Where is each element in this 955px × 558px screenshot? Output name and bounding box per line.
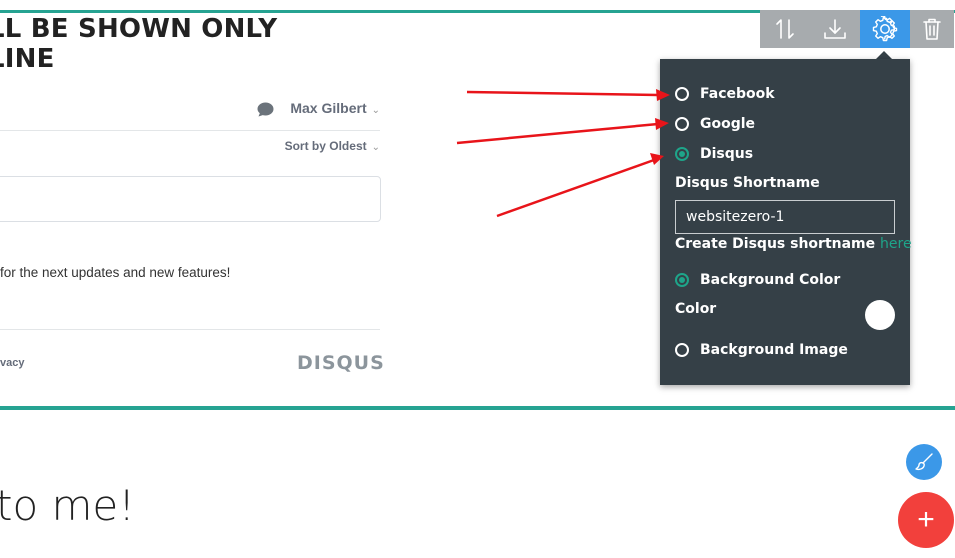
brush-icon bbox=[915, 453, 933, 471]
provider-option-disqus[interactable]: Disqus bbox=[675, 146, 753, 162]
radio-google[interactable] bbox=[675, 117, 689, 131]
provider-label: Disqus bbox=[700, 146, 754, 162]
sort-label: Sort by Oldest bbox=[284, 139, 367, 153]
arrow-to-disqus bbox=[496, 158, 655, 218]
heading-line-1: LL BE SHOWN ONLY bbox=[0, 14, 278, 44]
settings-panel: Facebook Google Disqus Disqus Shortname … bbox=[660, 59, 912, 385]
provider-option-google[interactable]: Google bbox=[675, 116, 755, 132]
arrow-to-facebook bbox=[466, 90, 659, 97]
create-shortname-link[interactable]: here bbox=[880, 236, 912, 252]
background-image-label: Background Image bbox=[700, 342, 848, 358]
disqus-user-row: Max Gilbert ⌄ bbox=[0, 92, 380, 131]
provider-option-facebook[interactable]: Facebook bbox=[675, 86, 775, 102]
chevron-down-icon: ⌄ bbox=[371, 142, 380, 153]
color-label: Color bbox=[675, 301, 717, 317]
plus-icon: + bbox=[917, 503, 935, 536]
radio-background-color[interactable] bbox=[675, 273, 689, 287]
create-shortname-text: Create Disqus shortname bbox=[675, 236, 876, 252]
radio-facebook[interactable] bbox=[675, 87, 689, 101]
block-toolbar bbox=[760, 10, 954, 48]
radio-disqus[interactable] bbox=[675, 147, 689, 161]
comment-input[interactable] bbox=[0, 176, 381, 222]
background-color-label: Background Color bbox=[700, 272, 841, 288]
delete-button[interactable] bbox=[910, 10, 954, 48]
color-swatch[interactable] bbox=[865, 300, 895, 330]
settings-button[interactable] bbox=[860, 10, 910, 48]
disqus-logo[interactable]: DISQUS bbox=[297, 352, 385, 374]
comment-bubble-icon bbox=[257, 102, 274, 117]
provider-label: Google bbox=[700, 116, 756, 132]
trash-icon bbox=[923, 18, 941, 40]
privacy-link[interactable]: vacy bbox=[0, 357, 24, 369]
footer-divider bbox=[0, 329, 380, 330]
sort-dropdown[interactable]: Sort by Oldest ⌄ bbox=[285, 139, 380, 153]
user-name: Max Gilbert bbox=[290, 100, 367, 116]
sort-row: Sort by Oldest ⌄ bbox=[0, 131, 380, 163]
download-icon bbox=[824, 19, 846, 39]
notice-text: for the next updates and new features! bbox=[0, 265, 231, 280]
bottom-heading: to me! bbox=[0, 481, 136, 530]
radio-background-image[interactable] bbox=[675, 343, 689, 357]
section-bottom-border bbox=[0, 406, 955, 410]
design-button[interactable] bbox=[906, 444, 942, 480]
background-image-option[interactable]: Background Image bbox=[675, 342, 848, 358]
provider-label: Facebook bbox=[700, 86, 775, 102]
section-heading: LL BE SHOWN ONLY LINE bbox=[0, 14, 277, 74]
heading-line-2: LINE bbox=[0, 44, 55, 74]
shortname-label: Disqus Shortname bbox=[675, 175, 820, 191]
shortname-input[interactable] bbox=[675, 200, 895, 234]
download-button[interactable] bbox=[810, 10, 860, 48]
user-menu[interactable]: Max Gilbert ⌄ bbox=[290, 100, 380, 116]
arrow-to-google bbox=[456, 122, 659, 145]
move-button[interactable] bbox=[760, 10, 810, 48]
background-color-option[interactable]: Background Color bbox=[675, 272, 840, 288]
gear-icon bbox=[872, 16, 898, 42]
create-shortname-row: Create Disqus shortname here bbox=[675, 236, 912, 252]
sort-icon bbox=[776, 19, 794, 39]
add-block-button[interactable]: + bbox=[898, 492, 954, 548]
chevron-down-icon: ⌄ bbox=[371, 105, 380, 116]
